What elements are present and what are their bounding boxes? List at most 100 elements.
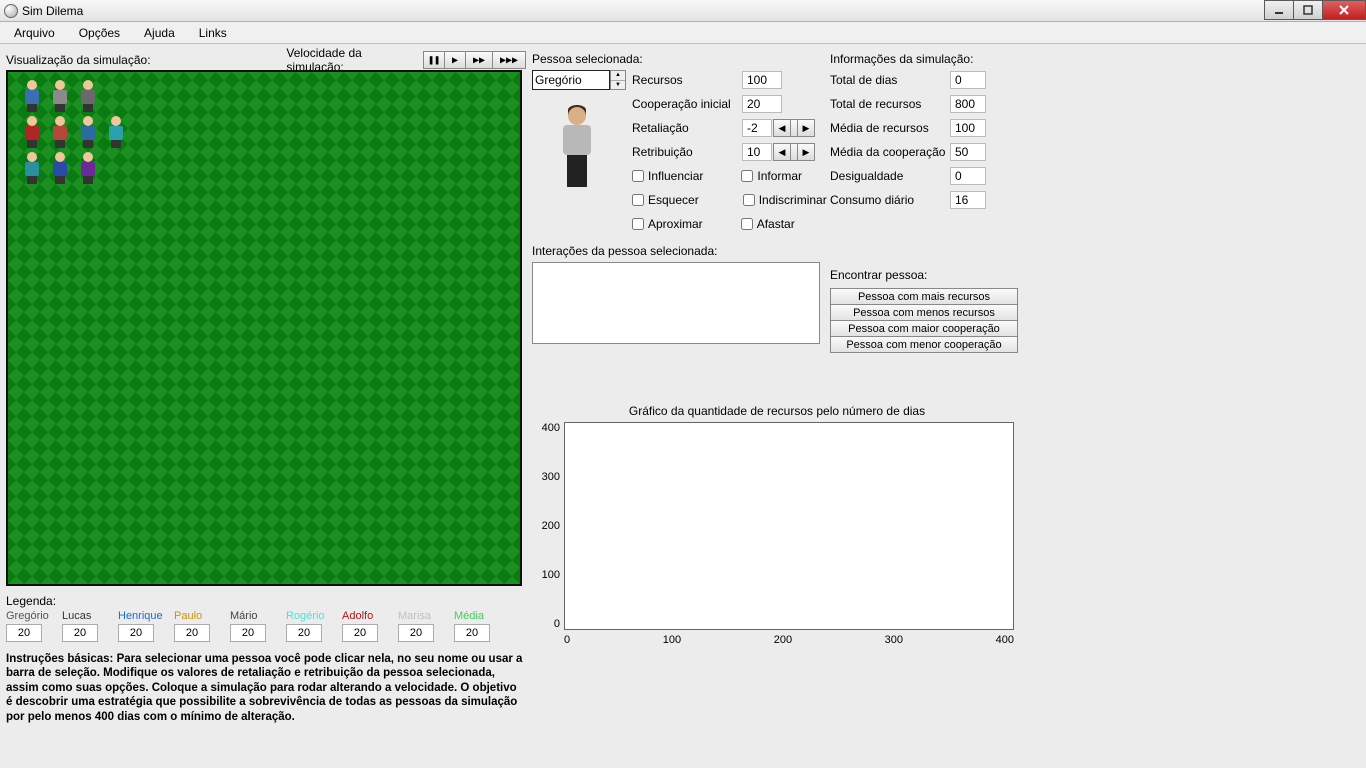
speed-pause-button[interactable]: ❚❚ — [423, 51, 445, 69]
person-spinner[interactable]: ▲▼ — [610, 70, 626, 90]
sim-person-sprite[interactable] — [48, 152, 72, 184]
label-cooperacao: Cooperação inicial — [632, 97, 742, 111]
menubar: Arquivo Opções Ajuda Links — [0, 22, 1366, 44]
label-info-sim: Informações da simulação: — [830, 50, 1030, 68]
sim-person-sprite[interactable] — [20, 152, 44, 184]
value-retaliacao[interactable]: -2 — [742, 119, 772, 137]
legend-value: 20 — [342, 624, 378, 642]
menu-arquivo[interactable]: Arquivo — [4, 24, 65, 42]
speed-1-button[interactable]: ▶ — [444, 51, 466, 69]
chart-x-tick: 300 — [885, 634, 903, 646]
minimize-button[interactable] — [1264, 0, 1294, 20]
check-indiscriminar[interactable]: Indiscriminar — [743, 193, 827, 207]
check-aproximar[interactable]: Aproximar — [632, 217, 703, 231]
sim-person-sprite[interactable] — [76, 80, 100, 112]
retribuicao-inc-button[interactable]: ▶ — [797, 143, 815, 161]
find-mais-recursos-button[interactable]: Pessoa com mais recursos — [830, 288, 1018, 305]
label-recursos: Recursos — [632, 73, 742, 87]
chart-x-tick: 0 — [564, 634, 570, 646]
app-icon — [4, 4, 18, 18]
legend-name[interactable]: Gregório — [6, 610, 62, 622]
label-retribuicao: Retribuição — [632, 145, 742, 159]
chart-title: Gráfico da quantidade de recursos pelo n… — [534, 404, 1020, 422]
person-avatar — [532, 92, 622, 202]
label-pessoa-selecionada: Pessoa selecionada: — [532, 50, 824, 68]
legend-value: 20 — [62, 624, 98, 642]
value-total-recursos: 800 — [950, 95, 986, 113]
value-cooperacao: 20 — [742, 95, 782, 113]
sim-person-sprite[interactable] — [48, 116, 72, 148]
legend-name[interactable]: Rogério — [286, 610, 342, 622]
chart-y-axis: 4003002001000 — [534, 422, 564, 630]
chart-y-tick: 0 — [554, 618, 560, 630]
instructions-text: Instruções básicas: Para selecionar uma … — [6, 652, 526, 724]
window-titlebar: Sim Dilema — [0, 0, 1366, 22]
menu-ajuda[interactable]: Ajuda — [134, 24, 185, 42]
retaliacao-inc-button[interactable]: ▶ — [797, 119, 815, 137]
value-desigualdade: 0 — [950, 167, 986, 185]
chart-x-tick: 200 — [774, 634, 792, 646]
check-informar[interactable]: Informar — [741, 169, 802, 183]
legend-value: 20 — [174, 624, 210, 642]
speed-2-button[interactable]: ▶▶ — [465, 51, 493, 69]
label-total-recursos: Total de recursos — [830, 97, 950, 111]
sim-person-sprite[interactable] — [76, 152, 100, 184]
sim-person-sprite[interactable] — [20, 116, 44, 148]
chart-x-axis: 0 100 200 300 400 — [564, 630, 1014, 646]
check-afastar[interactable]: Afastar — [741, 217, 795, 231]
value-media-coop: 50 — [950, 143, 986, 161]
simulation-canvas[interactable] — [6, 70, 522, 586]
legend-value: 20 — [118, 624, 154, 642]
sim-person-sprite[interactable] — [76, 116, 100, 148]
person-name-input[interactable] — [532, 70, 610, 90]
close-button[interactable] — [1322, 0, 1366, 20]
retribuicao-dec-button[interactable]: ◀ — [773, 143, 791, 161]
sim-person-sprite[interactable] — [48, 80, 72, 112]
legend-name[interactable]: Marisa — [398, 610, 454, 622]
maximize-button[interactable] — [1293, 0, 1323, 20]
check-influenciar[interactable]: Influenciar — [632, 169, 703, 183]
value-recursos: 100 — [742, 71, 782, 89]
legend-value: 20 — [286, 624, 322, 642]
label-consumo: Consumo diário — [830, 193, 950, 207]
chart-y-tick: 100 — [542, 569, 560, 581]
chart-y-tick: 300 — [542, 471, 560, 483]
legend-values: 202020202020202020 — [6, 624, 526, 642]
spinner-down-icon[interactable]: ▼ — [611, 81, 625, 90]
find-menor-coop-button[interactable]: Pessoa com menor cooperação — [830, 336, 1018, 353]
find-menos-recursos-button[interactable]: Pessoa com menos recursos — [830, 304, 1018, 321]
interactions-box — [532, 262, 820, 344]
legend-name[interactable]: Lucas — [62, 610, 118, 622]
spinner-up-icon[interactable]: ▲ — [611, 71, 625, 81]
value-total-dias: 0 — [950, 71, 986, 89]
sim-person-sprite[interactable] — [104, 116, 128, 148]
label-media-recursos: Média de recursos — [830, 121, 950, 135]
label-encontrar: Encontrar pessoa: — [830, 266, 1030, 284]
value-consumo: 16 — [950, 191, 986, 209]
chart-x-tick: 400 — [996, 634, 1014, 646]
check-esquecer[interactable]: Esquecer — [632, 193, 699, 207]
menu-links[interactable]: Links — [189, 24, 237, 42]
label-total-dias: Total de dias — [830, 73, 950, 87]
label-media-coop: Média da cooperação — [830, 145, 950, 159]
legend-name[interactable]: Adolfo — [342, 610, 398, 622]
window-title: Sim Dilema — [22, 4, 83, 18]
legend-name[interactable]: Paulo — [174, 610, 230, 622]
label-interacoes: Interações da pessoa selecionada: — [532, 242, 824, 260]
speed-3-button[interactable]: ▶▶▶ — [492, 51, 526, 69]
label-desigualdade: Desigualdade — [830, 169, 950, 183]
chart-x-tick: 100 — [663, 634, 681, 646]
legend-value: 20 — [6, 624, 42, 642]
label-velocidade: Velocidade da simulação: — [286, 51, 418, 69]
menu-opcoes[interactable]: Opções — [69, 24, 130, 42]
legend-name[interactable]: Mário — [230, 610, 286, 622]
chart-y-tick: 200 — [542, 520, 560, 532]
legend-value: 20 — [398, 624, 434, 642]
legend-name[interactable]: Média — [454, 610, 510, 622]
retaliacao-dec-button[interactable]: ◀ — [773, 119, 791, 137]
value-retribuicao[interactable]: 10 — [742, 143, 772, 161]
find-maior-coop-button[interactable]: Pessoa com maior cooperação — [830, 320, 1018, 337]
legend-name[interactable]: Henrique — [118, 610, 174, 622]
sim-person-sprite[interactable] — [20, 80, 44, 112]
legend-names: GregórioLucasHenriquePauloMárioRogérioAd… — [6, 610, 526, 622]
